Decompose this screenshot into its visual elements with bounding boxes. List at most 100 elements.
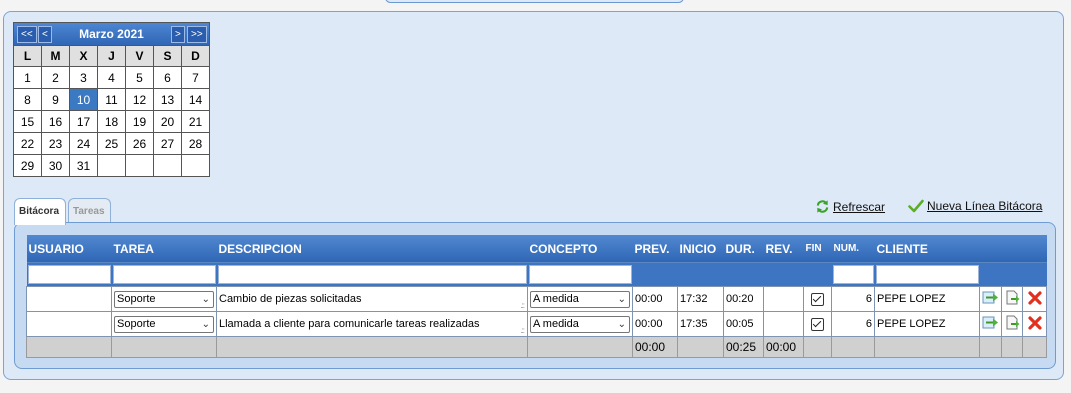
cell-cliente: PEPE LOPEZ xyxy=(874,286,980,312)
tarea-select[interactable]: Soporte ⌄ xyxy=(114,315,214,333)
cell-rev[interactable] xyxy=(763,311,804,337)
calendar-day-selected[interactable]: 10 xyxy=(69,88,98,111)
prev-year-button[interactable]: << xyxy=(17,26,37,43)
column-header-dur[interactable]: DUR. xyxy=(723,235,764,263)
refresh-link[interactable]: Refrescar xyxy=(815,199,885,214)
calendar-empty-cell xyxy=(97,154,126,177)
cell-dur[interactable]: 00:05 xyxy=(723,311,764,337)
tab-bitacora[interactable]: Bitácora xyxy=(14,198,66,225)
calendar-week-row: 22 23 24 25 26 27 28 xyxy=(13,132,210,155)
calendar-day[interactable]: 13 xyxy=(153,88,182,111)
filter-cliente-input[interactable] xyxy=(875,265,979,284)
export-document-button[interactable] xyxy=(1001,311,1023,337)
cell-prev[interactable]: 00:00 xyxy=(632,311,678,337)
grid-totals-row: 00:00 00:25 00:00 xyxy=(26,336,1047,358)
calendar-day[interactable]: 20 xyxy=(153,110,182,133)
calendar-day[interactable]: 21 xyxy=(181,110,210,133)
cell-num: 6 xyxy=(831,311,875,337)
cell-descripcion[interactable]: Cambio de piezas solicitadas.:: xyxy=(216,286,528,312)
column-header-fin[interactable]: FIN xyxy=(803,235,832,263)
new-line-link[interactable]: Nueva Línea Bitácora xyxy=(908,199,1042,213)
prev-month-button[interactable]: < xyxy=(38,26,52,43)
export-document-icon xyxy=(1005,290,1020,308)
delete-button[interactable] xyxy=(1022,311,1047,337)
cell-descripcion[interactable]: Llamada a cliente para comunicarle tarea… xyxy=(216,311,528,337)
calendar-day[interactable]: 1 xyxy=(13,66,42,89)
column-header-descripcion[interactable]: DESCRIPCION xyxy=(216,235,528,263)
calendar-day[interactable]: 25 xyxy=(97,132,126,155)
calendar-day[interactable]: 7 xyxy=(181,66,210,89)
calendar-day[interactable]: 27 xyxy=(153,132,182,155)
cell-tarea: Soporte ⌄ xyxy=(111,311,217,337)
column-header-usuario[interactable]: USUARIO xyxy=(26,235,112,263)
cell-rev[interactable] xyxy=(763,286,804,312)
calendar-day[interactable]: 16 xyxy=(41,110,70,133)
concepto-select[interactable]: A medida ⌄ xyxy=(530,315,630,333)
calendar-day[interactable]: 11 xyxy=(97,88,126,111)
tab-tareas[interactable]: Tareas xyxy=(68,198,111,223)
cell-dur[interactable]: 00:20 xyxy=(723,286,764,312)
concepto-select[interactable]: A medida ⌄ xyxy=(530,290,630,308)
fin-checkbox[interactable] xyxy=(811,292,824,306)
calendar-day[interactable]: 29 xyxy=(13,154,42,177)
fin-checkbox[interactable] xyxy=(811,317,824,331)
calendar-day[interactable]: 17 xyxy=(69,110,98,133)
filter-num-input[interactable] xyxy=(832,265,874,284)
new-line-label: Nueva Línea Bitácora xyxy=(927,199,1043,213)
move-line-icon xyxy=(982,316,999,333)
calendar-day[interactable]: 22 xyxy=(13,132,42,155)
resize-grip-icon[interactable]: .:: xyxy=(520,326,525,335)
calendar-day[interactable]: 12 xyxy=(125,88,154,111)
filter-tarea-input[interactable] xyxy=(112,265,216,284)
column-header-num[interactable]: NUM. xyxy=(831,235,875,263)
calendar-day[interactable]: 18 xyxy=(97,110,126,133)
calendar-day[interactable]: 19 xyxy=(125,110,154,133)
filter-usuario-input[interactable] xyxy=(27,265,111,284)
calendar-day[interactable]: 24 xyxy=(69,132,98,155)
delete-button[interactable] xyxy=(1022,286,1047,312)
calendar-day[interactable]: 28 xyxy=(181,132,210,155)
column-header-rev[interactable]: REV. xyxy=(763,235,804,263)
calendar-day[interactable]: 30 xyxy=(41,154,70,177)
calendar-day[interactable]: 31 xyxy=(69,154,98,177)
cell-prev[interactable]: 00:00 xyxy=(632,286,678,312)
filter-descripcion-input[interactable] xyxy=(217,265,527,284)
calendar-day[interactable]: 2 xyxy=(41,66,70,89)
tarea-select[interactable]: Soporte ⌄ xyxy=(114,290,214,308)
weekday-header: S xyxy=(153,45,182,67)
calendar-day[interactable]: 8 xyxy=(13,88,42,111)
grid-filter-row xyxy=(26,262,1047,287)
chevron-down-icon: ⌄ xyxy=(617,293,626,305)
resize-grip-icon[interactable]: .:: xyxy=(520,301,525,310)
column-header-concepto[interactable]: CONCEPTO xyxy=(527,235,633,263)
calendar-day[interactable]: 6 xyxy=(153,66,182,89)
calendar-day[interactable]: 3 xyxy=(69,66,98,89)
export-document-button[interactable] xyxy=(1001,286,1023,312)
move-line-button[interactable] xyxy=(979,286,1002,312)
delete-icon xyxy=(1027,315,1042,333)
checkmark-icon xyxy=(908,199,924,213)
next-year-button[interactable]: >> xyxy=(187,26,207,43)
column-header-action xyxy=(1001,235,1023,263)
next-month-button[interactable]: > xyxy=(171,26,185,43)
calendar-day[interactable]: 15 xyxy=(13,110,42,133)
calendar-day[interactable]: 9 xyxy=(41,88,70,111)
cell-inicio[interactable]: 17:35 xyxy=(677,311,724,337)
calendar-day[interactable]: 5 xyxy=(125,66,154,89)
total-rev: 00:00 xyxy=(763,336,804,358)
calendar-day[interactable]: 23 xyxy=(41,132,70,155)
column-header-tarea[interactable]: TAREA xyxy=(111,235,217,263)
column-header-inicio[interactable]: INICIO xyxy=(677,235,724,263)
calendar-day[interactable]: 4 xyxy=(97,66,126,89)
filter-concepto-input[interactable] xyxy=(528,265,632,284)
calendar-day[interactable]: 26 xyxy=(125,132,154,155)
total-prev: 00:00 xyxy=(632,336,678,358)
calendar-days: 1 2 3 4 5 6 7 8 9 10 11 12 13 14 15 16 17 18 19 20 21 22 23 24 2… xyxy=(13,66,210,177)
cell-inicio[interactable]: 17:32 xyxy=(677,286,724,312)
column-header-cliente[interactable]: CLIENTE xyxy=(874,235,980,263)
calendar-header: << < Marzo 2021 > >> xyxy=(13,22,210,46)
calendar-day[interactable]: 14 xyxy=(181,88,210,111)
refresh-icon xyxy=(816,200,829,213)
column-header-prev[interactable]: PREV. xyxy=(632,235,678,263)
move-line-button[interactable] xyxy=(979,311,1002,337)
